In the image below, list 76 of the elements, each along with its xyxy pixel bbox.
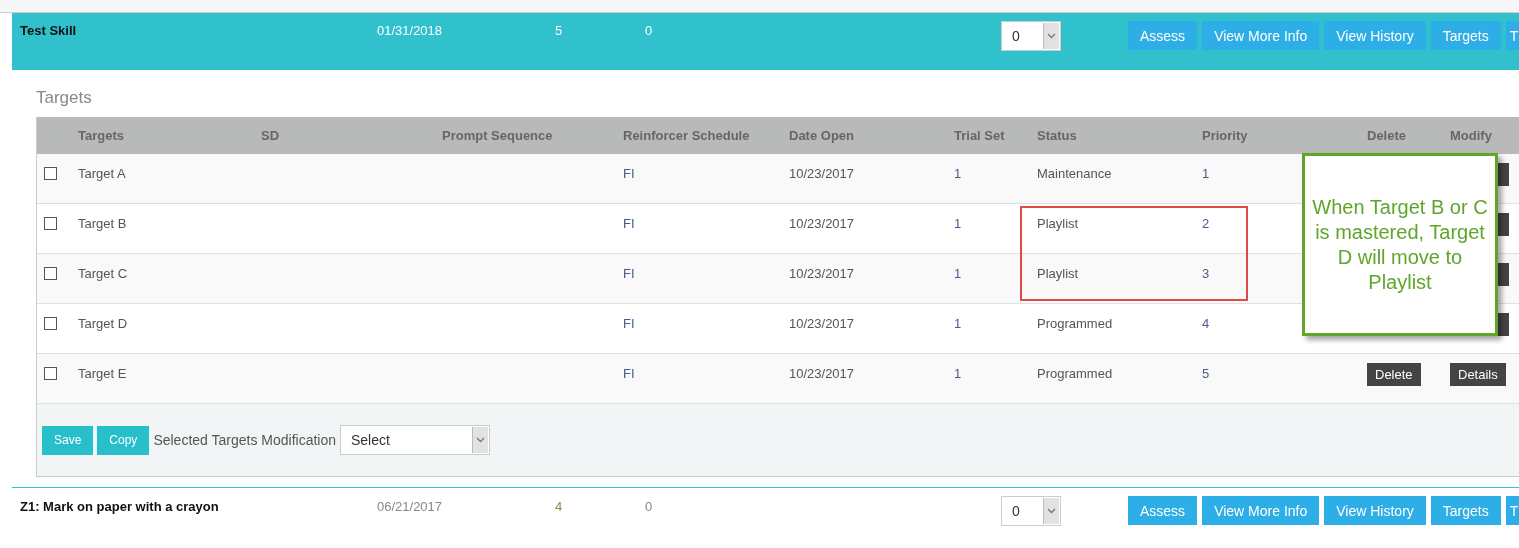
skill-value: 0	[645, 499, 653, 514]
table-cell-text: 3	[1202, 265, 1210, 281]
table-cell-text: FI	[623, 165, 635, 181]
panel-title: Targets	[36, 88, 93, 108]
number-select[interactable]: 0	[1001, 496, 1061, 526]
column-header: SD	[261, 128, 281, 143]
column-header: Date Open	[789, 128, 855, 143]
skill-count: 5	[555, 23, 563, 38]
skill-name: Test Skill	[20, 23, 77, 38]
skill-date: 01/31/2018	[377, 23, 443, 38]
column-header: Status	[1037, 128, 1078, 143]
caret-icon	[1043, 498, 1059, 524]
action-button[interactable]: Assess	[1128, 21, 1198, 50]
row-checkbox[interactable]	[44, 267, 57, 280]
column-header: Trial Set	[954, 128, 1006, 143]
table-cell-text: Target C	[78, 265, 128, 281]
table-cell-text: Programmed	[1037, 365, 1113, 381]
skill-date: 06/21/2017	[377, 499, 443, 514]
table-cell-text: Target E	[78, 365, 127, 381]
action-button[interactable]: View History	[1324, 496, 1426, 525]
table-cell-text: FI	[623, 365, 635, 381]
table-cell-text: 1	[954, 215, 962, 231]
table-cell-text: 1	[954, 265, 962, 281]
table-cell-text: 10/23/2017	[789, 215, 855, 231]
skill-value: 0	[645, 23, 653, 38]
modification-select[interactable]: Select	[340, 425, 490, 455]
column-header: Targets	[78, 128, 125, 143]
table-cell-text: Programmed	[1037, 315, 1113, 331]
action-button[interactable]: Targets	[1430, 21, 1501, 50]
table-cell-text: Maintenance	[1037, 165, 1112, 181]
callout-note: When Target B or C is mastered, Target D will move to Playlist	[1302, 153, 1498, 336]
field-label: Selected Targets Modification	[153, 432, 336, 448]
table-cell-text: 10/23/2017	[789, 265, 855, 281]
table-cell-text: FI	[623, 315, 635, 331]
column-header: Delete	[1367, 128, 1408, 143]
action-button[interactable]: T	[1505, 21, 1519, 50]
caret-icon	[1043, 23, 1059, 49]
row-checkbox[interactable]	[44, 217, 57, 230]
table-cell-text: 4	[1202, 315, 1210, 331]
delete-button[interactable]: Delete	[1367, 363, 1421, 386]
details-button[interactable]: Details	[1450, 363, 1506, 386]
skill-name: Z1: Mark on paper with a crayon	[20, 499, 219, 514]
save-button[interactable]: Save	[42, 425, 94, 455]
table-cell-text: Playlist	[1037, 215, 1079, 231]
action-button[interactable]: View More Info	[1202, 21, 1320, 50]
table-cell-text: 5	[1202, 365, 1210, 381]
column-header: Priority	[1202, 128, 1249, 143]
copy-button[interactable]: Copy	[97, 425, 150, 455]
row-checkbox[interactable]	[44, 167, 57, 180]
row-checkbox[interactable]	[44, 367, 57, 380]
table-cell-text: FI	[623, 215, 635, 231]
table-cell-text: FI	[623, 265, 635, 281]
column-header: Prompt Sequence	[442, 128, 554, 143]
table-cell-text: 1	[1202, 165, 1210, 181]
table-cell-text: 10/23/2017	[789, 165, 855, 181]
table-cell-text: 1	[954, 165, 962, 181]
table-cell-text: Target A	[78, 165, 126, 181]
number-select[interactable]: 0	[1001, 21, 1061, 51]
action-button[interactable]: Assess	[1128, 496, 1198, 525]
table-cell-text: Playlist	[1037, 265, 1079, 281]
column-header: Reinforcer Schedule	[623, 128, 751, 143]
action-button[interactable]: Targets	[1430, 496, 1501, 525]
skill-count: 4	[555, 499, 563, 514]
table-cell-text: 1	[954, 315, 962, 331]
action-button[interactable]: View More Info	[1202, 496, 1320, 525]
table-cell-text: 10/23/2017	[789, 365, 855, 381]
table-cell-text: Target D	[78, 315, 128, 331]
table-cell-text: Target B	[78, 215, 127, 231]
action-button[interactable]: T	[1505, 496, 1519, 525]
table-cell-text: 2	[1202, 215, 1210, 231]
table-cell-text: 1	[954, 365, 962, 381]
column-header: Modify	[1450, 128, 1493, 143]
caret-icon	[472, 427, 488, 453]
row-checkbox[interactable]	[44, 317, 57, 330]
table-cell-text: 10/23/2017	[789, 315, 855, 331]
action-button[interactable]: View History	[1324, 21, 1426, 50]
